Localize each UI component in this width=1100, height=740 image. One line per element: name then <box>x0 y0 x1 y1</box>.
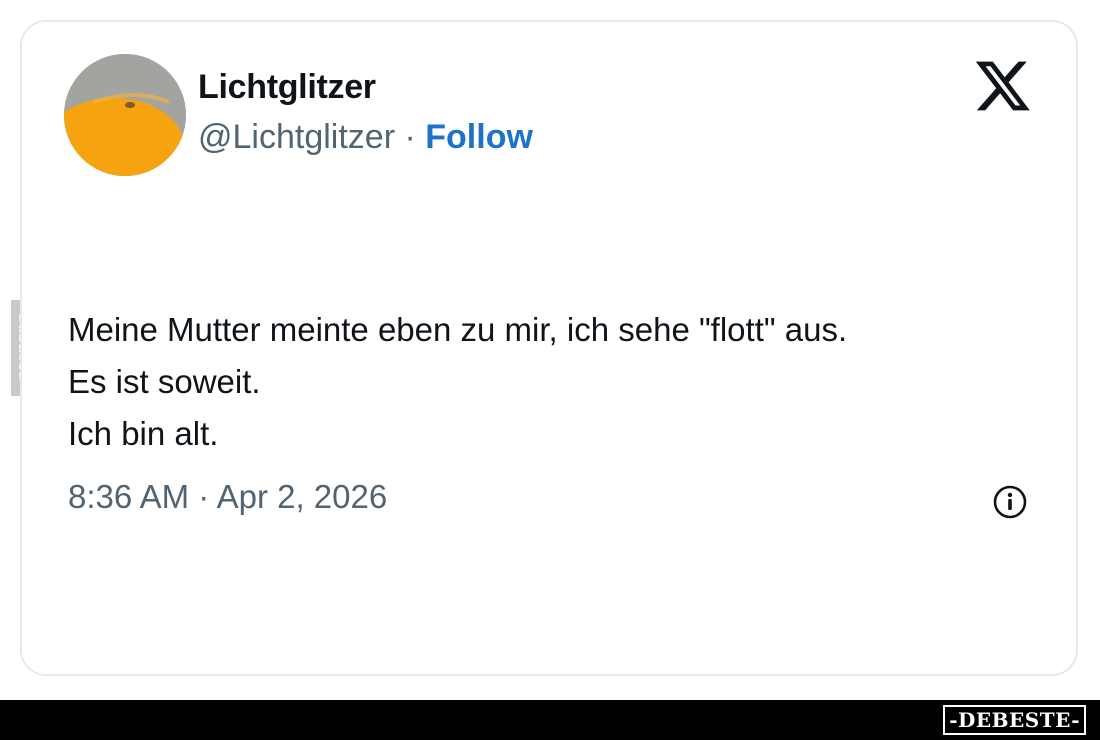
page: DEBESTE Lichtglitzer @Lichtglitzer · Fol… <box>0 0 1100 740</box>
footer-bar: -DEBESTE- <box>0 700 1100 740</box>
tweet-text: Meine Mutter meinte eben zu mir, ich seh… <box>68 304 847 460</box>
author-name[interactable]: Lichtglitzer <box>198 68 376 107</box>
avatar[interactable] <box>64 54 186 176</box>
tweet-card: Lichtglitzer @Lichtglitzer · Follow Mein… <box>20 20 1078 676</box>
tweet-line: Es ist soweit. <box>68 363 261 400</box>
x-logo-icon[interactable] <box>976 60 1030 112</box>
separator-dot: · <box>404 118 416 156</box>
info-icon[interactable] <box>992 484 1028 520</box>
tweet-line: Ich bin alt. <box>68 415 219 452</box>
tweet-timestamp[interactable]: 8:36 AM · Apr 2, 2026 <box>68 478 387 516</box>
tweet-line: Meine Mutter meinte eben zu mir, ich seh… <box>68 311 848 348</box>
follow-button[interactable]: Follow <box>425 118 533 156</box>
watermark-footer-logo: -DEBESTE- <box>943 705 1086 735</box>
author-handle[interactable]: @Lichtglitzer <box>198 118 395 156</box>
author-handle-row: @Lichtglitzer · Follow <box>198 118 533 157</box>
avatar-image <box>64 54 186 176</box>
